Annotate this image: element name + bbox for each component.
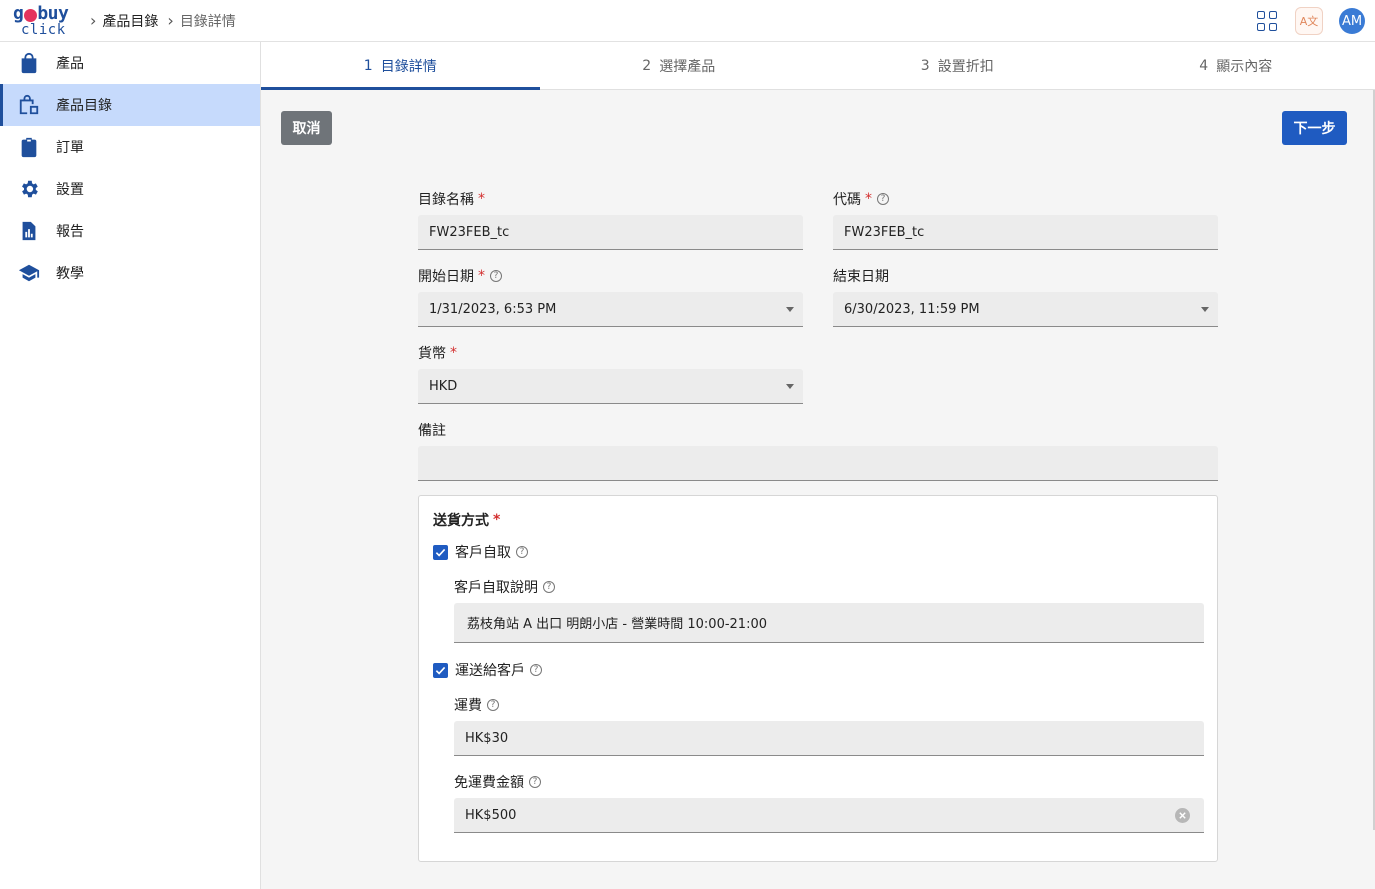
step-set-discount[interactable]: 3 設置折扣 [818,42,1097,89]
dropdown-arrow-icon [786,384,794,389]
help-icon[interactable]: ? [877,193,889,205]
sidebar-item-products[interactable]: 產品 [0,42,260,84]
help-icon[interactable]: ? [530,664,542,676]
dropdown-arrow-icon [786,307,794,312]
apps-grid-icon[interactable] [1257,11,1277,31]
remarks-input[interactable] [418,446,1218,481]
chevron-right-icon: › [90,11,97,30]
delivery-method-title: 送貨方式 * [433,512,501,529]
step-select-products[interactable]: 2 選擇產品 [540,42,819,89]
end-date-picker[interactable]: 6/30/2023, 11:59 PM [833,292,1218,327]
catalog-bag-icon [18,94,40,116]
report-icon [18,220,40,242]
help-icon[interactable]: ? [516,546,528,558]
catalog-name-label: 目錄名稱 * [418,191,485,208]
free-shipping-input[interactable]: HK$500 [454,798,1204,833]
currency-select[interactable]: HKD [418,369,803,404]
help-icon[interactable]: ? [543,581,555,593]
gear-icon [18,178,40,200]
shopping-bag-icon [18,52,40,74]
sidebar-item-tutorial[interactable]: 教學 [0,252,260,294]
clipboard-icon [18,136,40,158]
pickup-description-label: 客戶自取說明? [454,577,555,597]
pickup-checkbox-row[interactable]: 客戶自取? [433,542,528,562]
start-date-label: 開始日期 *? [418,266,502,286]
shipping-checkbox-row[interactable]: 運送給客戶? [433,660,542,680]
breadcrumb: › 產品目錄 › 目錄詳情 [90,11,236,31]
sidebar-item-settings[interactable]: 設置 [0,168,260,210]
dropdown-arrow-icon [1201,307,1209,312]
code-label: 代碼 *? [833,189,889,209]
help-icon[interactable]: ? [490,270,502,282]
code-input[interactable]: FW23FEB_tc [833,215,1218,250]
graduation-cap-icon [18,262,40,284]
help-icon[interactable]: ? [529,776,541,788]
shipping-fee-input[interactable]: HK$30 [454,721,1204,756]
top-bar: g buy click › 產品目錄 › 目錄詳情 A文 AM [0,0,1375,42]
step-display-content[interactable]: 4 顯示內容 [1097,42,1375,89]
catalog-name-input[interactable]: FW23FEB_tc [418,215,803,250]
breadcrumb-item-catalog[interactable]: 產品目錄 [102,11,158,31]
start-date-picker[interactable]: 1/31/2023, 6:53 PM [418,292,803,327]
step-catalog-details[interactable]: 1 目錄詳情 [261,42,540,90]
logo-dot [23,8,37,22]
breadcrumb-item-current: 目錄詳情 [179,14,236,30]
sidebar-item-reports[interactable]: 報告 [0,210,260,252]
currency-label: 貨幣 * [418,345,457,362]
chevron-right-icon: › [167,11,174,30]
sidebar-item-orders[interactable]: 訂單 [0,126,260,168]
shipping-checkbox[interactable] [433,662,448,678]
stepper: 1 目錄詳情 2 選擇產品 3 設置折扣 4 顯示內容 [261,42,1375,90]
pickup-description-input[interactable]: 荔枝角站 A 出口 明朗小店 - 營業時間 10:00-21:00 [454,603,1204,643]
shipping-fee-label: 運費? [454,695,499,715]
sidebar-item-catalog[interactable]: 產品目錄 [0,84,260,126]
sidebar: 產品 產品目錄 訂單 設置 報告 教學 [0,42,261,889]
help-icon[interactable]: ? [487,699,499,711]
delivery-method-section: 送貨方式 * 客戶自取? 客戶自取說明? 荔枝角站 A 出口 明朗小店 - 營業時… [418,495,1218,862]
end-date-label: 結束日期 [833,269,889,285]
next-step-button[interactable]: 下一步 [1282,111,1347,145]
cancel-button[interactable]: 取消 [281,111,332,145]
pickup-checkbox[interactable] [433,544,448,560]
gobuy-click-logo[interactable]: g buy click [13,5,79,38]
free-shipping-label: 免運費金額? [454,772,541,792]
remarks-label: 備註 [418,423,446,439]
translate-icon[interactable]: A文 [1295,7,1323,35]
avatar[interactable]: AM [1339,8,1365,34]
clear-icon[interactable] [1175,808,1190,823]
